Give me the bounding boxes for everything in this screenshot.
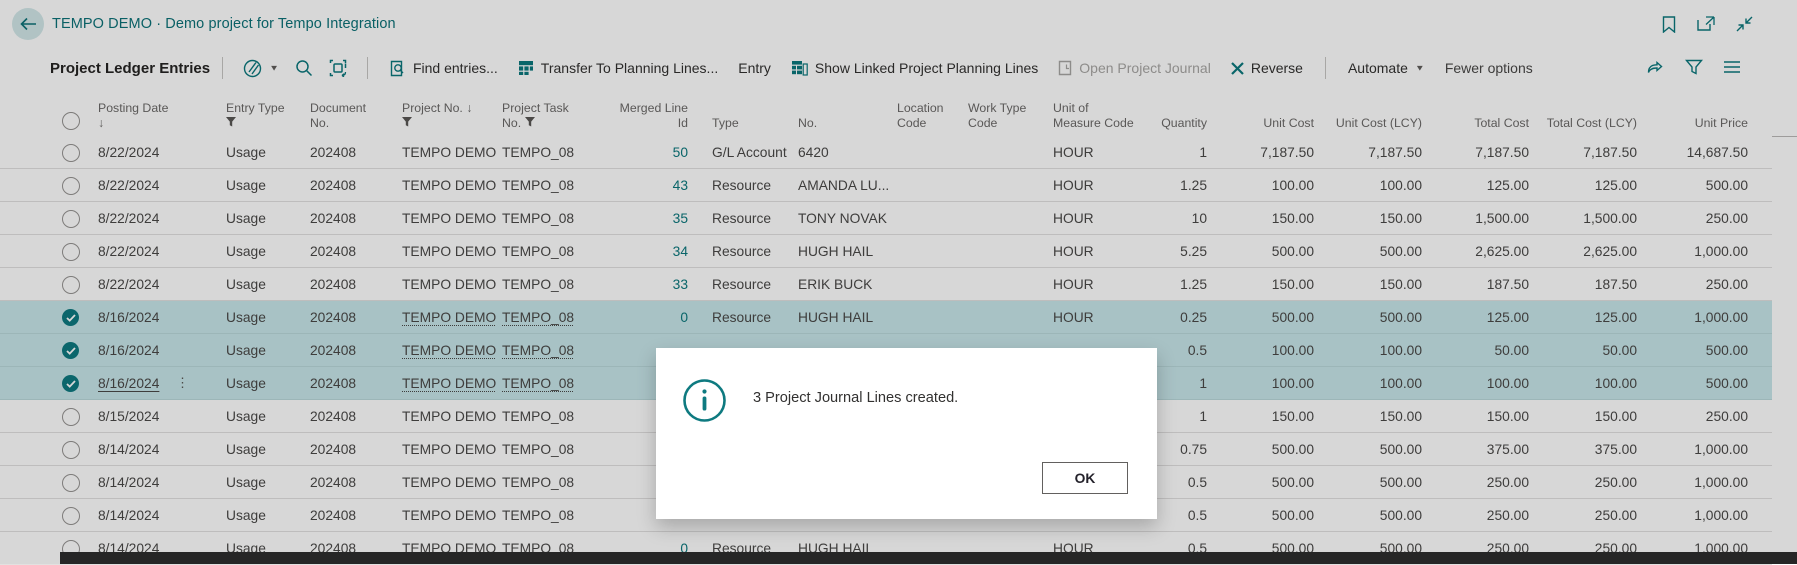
- ok-button[interactable]: OK: [1042, 462, 1128, 494]
- dialog-message: 3 Project Journal Lines created.: [753, 390, 958, 406]
- confirmation-dialog: 3 Project Journal Lines created. OK: [656, 348, 1157, 519]
- info-icon: [682, 378, 727, 428]
